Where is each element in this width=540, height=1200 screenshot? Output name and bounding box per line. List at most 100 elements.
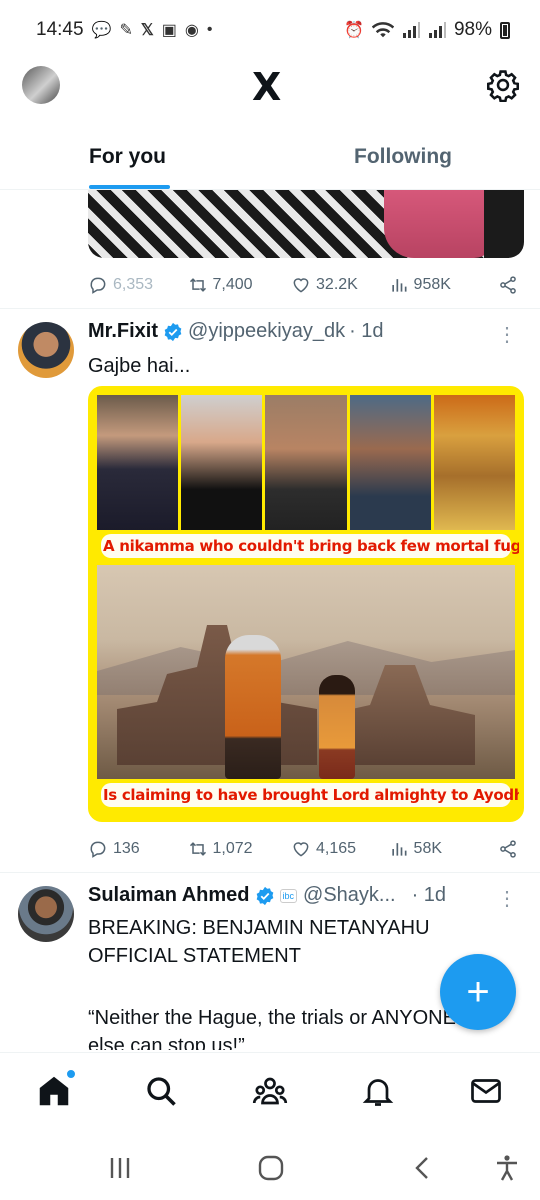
tweet-text-line: OFFICIAL STATEMENT bbox=[88, 945, 301, 967]
tweet-text: Gajbe hai... bbox=[88, 355, 191, 377]
status-time: 14:45 bbox=[36, 19, 84, 40]
recent-apps-icon[interactable] bbox=[108, 1154, 132, 1182]
image-caption-top: A nikamma who couldn't bring back few mo… bbox=[101, 534, 519, 558]
repost-icon bbox=[189, 842, 206, 856]
view-count: 958K bbox=[413, 276, 451, 293]
views-icon bbox=[391, 843, 407, 856]
tab-for-you[interactable]: For you bbox=[0, 130, 275, 189]
nav-messages[interactable] bbox=[468, 1073, 504, 1109]
bell-icon bbox=[362, 1079, 394, 1106]
signal-icon bbox=[402, 22, 420, 38]
wifi-icon bbox=[371, 22, 394, 38]
nav-home[interactable] bbox=[36, 1069, 76, 1109]
verified-badge-icon bbox=[256, 886, 273, 905]
reply-button[interactable]: 6,353 bbox=[88, 275, 188, 295]
repost-count: 7,400 bbox=[212, 276, 253, 293]
views-icon bbox=[391, 279, 407, 292]
notification-dot bbox=[66, 1069, 76, 1079]
reply-count: 136 bbox=[113, 840, 140, 857]
battery-icon bbox=[500, 21, 510, 39]
accessibility-icon[interactable] bbox=[494, 1154, 520, 1182]
reply-icon bbox=[90, 841, 106, 858]
share-button[interactable] bbox=[498, 839, 518, 859]
author-name[interactable]: Sulaiman Ahmed bbox=[88, 884, 250, 907]
share-icon bbox=[500, 840, 516, 858]
mail-icon bbox=[471, 1079, 501, 1103]
more-options-icon[interactable]: ⋮ bbox=[497, 322, 517, 347]
nav-communities[interactable] bbox=[252, 1073, 288, 1109]
share-button[interactable] bbox=[498, 275, 518, 295]
nav-search[interactable] bbox=[143, 1073, 179, 1109]
repost-button[interactable]: 7,400 bbox=[188, 275, 292, 295]
affiliate-badge: ibc bbox=[279, 888, 298, 903]
like-button[interactable]: 4,165 bbox=[291, 839, 389, 859]
photo-tile bbox=[349, 395, 431, 530]
author-handle[interactable]: @yippeekiyay_dk bbox=[188, 320, 345, 343]
photo-collage bbox=[97, 395, 516, 530]
tweet-action-bar: 6,353 7,400 32.2K 958K bbox=[88, 270, 518, 300]
media-detail bbox=[484, 190, 524, 258]
x-app-icon: 𝕏 bbox=[140, 22, 154, 39]
more-notifications-dot: • bbox=[206, 21, 213, 38]
x-logo[interactable]: X bbox=[252, 65, 281, 109]
battery-percent: 98% bbox=[453, 19, 492, 40]
like-count: 32.2K bbox=[316, 276, 358, 293]
gallery-icon: ▣ bbox=[161, 22, 177, 39]
views-button[interactable]: 58K bbox=[389, 839, 498, 859]
tweet-media-image[interactable]: A nikamma who couldn't bring back few mo… bbox=[88, 386, 524, 822]
status-right: ⏰ 98% bbox=[344, 19, 510, 41]
share-icon bbox=[500, 276, 516, 294]
view-count: 58K bbox=[413, 840, 443, 857]
author-handle[interactable]: @Shayk... bbox=[303, 884, 396, 907]
image-caption-bottom: Is claiming to have brought Lord almight… bbox=[101, 783, 519, 807]
alarm-icon: ⏰ bbox=[344, 22, 364, 39]
signal-icon bbox=[428, 22, 446, 38]
tab-following[interactable]: Following bbox=[275, 130, 540, 189]
like-count: 4,165 bbox=[316, 840, 357, 857]
tweet-text-line: else can stop us!” bbox=[88, 1035, 245, 1050]
verified-badge-icon bbox=[164, 322, 182, 341]
views-button[interactable]: 958K bbox=[389, 275, 498, 295]
mountain-shape bbox=[97, 641, 515, 695]
search-icon bbox=[147, 1077, 176, 1106]
heart-icon bbox=[293, 842, 309, 857]
chat-bubble-icon: 💬 bbox=[91, 22, 112, 39]
app-header: X bbox=[0, 60, 540, 112]
account-icon: ◉ bbox=[184, 22, 199, 39]
photo-tile bbox=[97, 395, 179, 530]
status-bar: 14:45 💬 ✎ 𝕏 ▣ ◉ • ⏰ 98% bbox=[0, 0, 540, 60]
tab-for-you-label: For you bbox=[89, 145, 166, 168]
compose-button[interactable]: + bbox=[440, 954, 516, 1030]
figure-child bbox=[319, 675, 355, 779]
status-left: 14:45 💬 ✎ 𝕏 ▣ ◉ • bbox=[36, 19, 212, 41]
like-button[interactable]: 32.2K bbox=[291, 275, 389, 295]
figure-man bbox=[225, 635, 281, 779]
home-icon bbox=[39, 1076, 69, 1106]
communities-icon bbox=[252, 1077, 288, 1105]
tweet-text-line: BREAKING: BENJAMIN NETANYAHU bbox=[88, 917, 430, 939]
tweet-media-partial[interactable] bbox=[88, 190, 524, 258]
avatar[interactable] bbox=[18, 886, 74, 942]
nav-notifications[interactable] bbox=[360, 1073, 396, 1109]
bottom-navigation bbox=[0, 1052, 540, 1132]
more-options-icon[interactable]: ⋮ bbox=[497, 886, 517, 911]
gear-icon[interactable] bbox=[486, 68, 520, 102]
tweet-divider bbox=[0, 872, 540, 873]
photo-tile bbox=[181, 395, 263, 530]
temple-shape bbox=[117, 625, 317, 765]
illustration-scene bbox=[97, 565, 515, 779]
profile-avatar[interactable] bbox=[22, 66, 60, 104]
reply-icon bbox=[90, 277, 106, 294]
media-detail bbox=[384, 190, 494, 258]
home-circle-icon[interactable] bbox=[258, 1154, 284, 1182]
tweet-header: Sulaiman Ahmed ibc @Shayk... · 1d bbox=[88, 884, 446, 907]
avatar[interactable] bbox=[18, 322, 74, 378]
back-icon[interactable] bbox=[412, 1154, 432, 1182]
tweet-time: · 1d bbox=[349, 320, 384, 342]
reply-button[interactable]: 136 bbox=[88, 839, 188, 859]
repost-button[interactable]: 1,072 bbox=[188, 839, 292, 859]
author-name[interactable]: Mr.Fixit bbox=[88, 320, 158, 343]
photo-tile bbox=[265, 395, 347, 530]
repost-count: 1,072 bbox=[212, 840, 253, 857]
tweet-header: Mr.Fixit @yippeekiyay_dk · 1d bbox=[88, 320, 384, 343]
